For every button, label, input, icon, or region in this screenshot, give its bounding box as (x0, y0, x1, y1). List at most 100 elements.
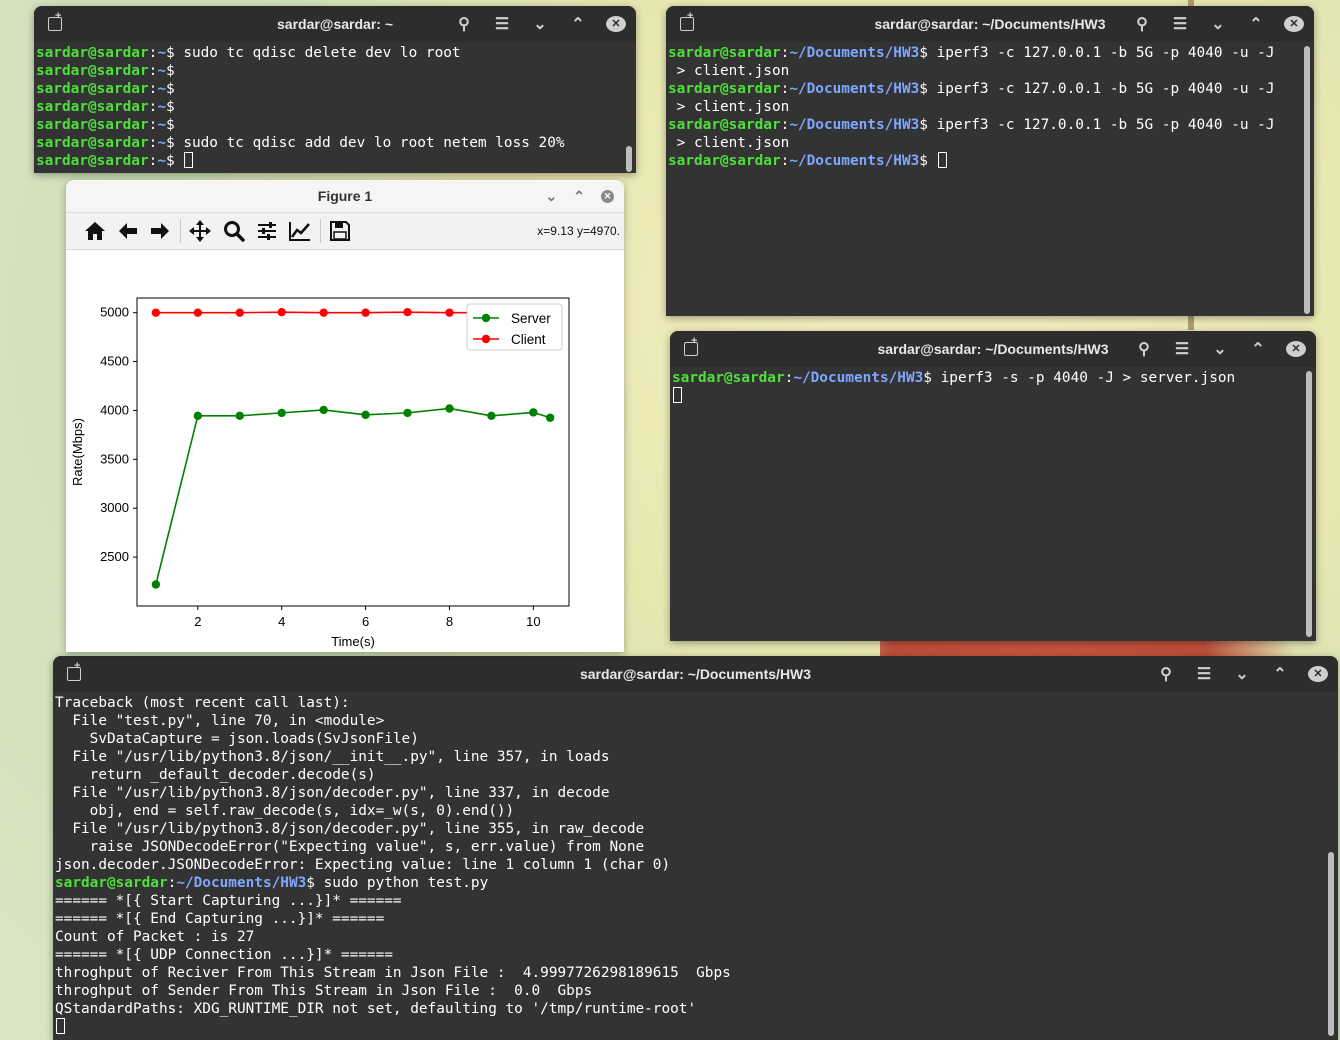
legend-marker-client (481, 334, 491, 344)
prompt-path: ~/Documents/HW3 (789, 81, 920, 97)
terminal-window-client[interactable]: sardar@sardar: ~/Documents/HW3 ⚲ ☰ ⌄ ⌃ ✕… (666, 6, 1314, 316)
data-point-client (151, 308, 161, 317)
output-text: > client.json (668, 63, 790, 79)
close-icon[interactable]: ✕ (606, 16, 626, 32)
prompt-user: sardar@sardar (36, 81, 149, 97)
menu-icon[interactable]: ☰ (492, 14, 512, 34)
minimize-icon[interactable]: ⌄ (546, 188, 558, 205)
data-point-server (445, 404, 454, 413)
terminal-output[interactable]: Traceback (most recent call last): File … (53, 692, 1338, 1040)
output-text: > client.json (668, 99, 790, 115)
titlebar[interactable]: sardar@sardar: ~/Documents/HW3 ⚲ ☰ ⌄ ⌃ ✕ (666, 6, 1314, 42)
home-icon[interactable] (83, 219, 107, 243)
data-point-server (193, 411, 203, 421)
prompt-path: ~ (157, 63, 166, 79)
maximize-icon[interactable]: ⌃ (573, 188, 585, 205)
legend-label-client: Client (511, 332, 546, 347)
output-text: SvDataCapture = json.loads(SvJsonFile) (55, 731, 419, 747)
prompt-path: ~ (157, 135, 166, 151)
close-icon[interactable]: ✕ (601, 189, 614, 203)
configure-subplots-icon[interactable] (255, 219, 279, 243)
terminal-output[interactable]: sardar@sardar:~$ sudo tc qdisc delete de… (34, 42, 636, 173)
prompt-user: sardar@sardar (668, 81, 781, 97)
titlebar[interactable]: sardar@sardar: ~/Documents/HW3 ⚲ ☰ ⌄ ⌃ ✕ (53, 656, 1338, 692)
prompt-user: sardar@sardar (36, 45, 149, 61)
scrollbar[interactable] (1328, 852, 1334, 1036)
terminal-line: sardar@sardar:~$ (36, 81, 175, 97)
command-text (928, 153, 937, 169)
zoom-icon[interactable] (222, 219, 246, 243)
output-text: Traceback (most recent call last): (55, 695, 350, 711)
edit-axis-icon[interactable] (288, 219, 312, 243)
search-icon[interactable]: ⚲ (1134, 339, 1154, 359)
terminal-line: throghput of Sender From This Stream in … (55, 982, 1338, 1000)
figure-titlebar[interactable]: Figure 1 ⌄ ⌃ ✕ (66, 180, 624, 213)
terminal-line: throghput of Reciver From This Stream in… (55, 964, 1338, 982)
prompt-user: sardar@sardar (36, 135, 149, 151)
figure-toolbar: x=9.13 y=4970. (66, 213, 624, 250)
output-text: ====== *[{ End Capturing ...}]* ====== (55, 911, 385, 927)
terminal-line: sardar@sardar:~/Documents/HW3$ sudo pyth… (55, 875, 489, 891)
chart-canvas[interactable]: 2 4 6 8 10 2500 3000 3500 4000 4500 5000 Time(s) Rat… (66, 248, 624, 652)
save-icon[interactable] (328, 219, 352, 243)
minimize-icon[interactable]: ⌄ (1232, 664, 1252, 684)
maximize-icon[interactable]: ⌃ (1248, 339, 1268, 359)
terminal-line: sardar@sardar:~$ sudo tc qdisc add dev l… (36, 135, 565, 151)
prompt-path: ~ (157, 81, 166, 97)
output-text: return _default_decoder.decode(s) (55, 767, 376, 783)
terminal-line: > client.json (668, 98, 1314, 116)
terminal-window-python[interactable]: sardar@sardar: ~/Documents/HW3 ⚲ ☰ ⌄ ⌃ ✕… (53, 656, 1338, 1040)
menu-icon[interactable]: ☰ (1194, 664, 1214, 684)
prompt-path: ~/Documents/HW3 (789, 45, 920, 61)
titlebar[interactable]: sardar@sardar: ~ ⚲ ☰ ⌄ ⌃ ✕ (34, 6, 636, 42)
output-text: Count of Packet : is 27 (55, 929, 255, 945)
terminal-window-server[interactable]: sardar@sardar: ~/Documents/HW3 ⚲ ☰ ⌄ ⌃ ✕… (670, 331, 1316, 641)
data-point-client (277, 307, 286, 317)
terminal-line: ====== *[{ End Capturing ...}]* ====== (55, 910, 1338, 928)
prompt-user: sardar@sardar (36, 99, 149, 115)
terminal-line: File "test.py", line 70, in <module> (55, 712, 1338, 730)
scrollbar[interactable] (1306, 371, 1312, 637)
text-cursor (937, 152, 947, 168)
command-text: iperf3 -c 127.0.0.1 -b 5G -p 4040 -u -J (927, 81, 1275, 97)
data-point-client (193, 308, 203, 317)
pan-icon[interactable] (188, 219, 212, 243)
terminal-output[interactable]: sardar@sardar:~/Documents/HW3$ iperf3 -s… (670, 367, 1316, 641)
minimize-icon[interactable]: ⌄ (1208, 14, 1228, 34)
close-icon[interactable]: ✕ (1286, 341, 1306, 357)
search-icon[interactable]: ⚲ (454, 14, 474, 34)
maximize-icon[interactable]: ⌃ (1246, 14, 1266, 34)
terminal-line: Count of Packet : is 27 (55, 928, 1338, 946)
minimize-icon[interactable]: ⌄ (1210, 339, 1230, 359)
menu-icon[interactable]: ☰ (1172, 339, 1192, 359)
search-icon[interactable]: ⚲ (1156, 664, 1176, 684)
close-icon[interactable]: ✕ (1308, 666, 1328, 682)
terminal-line (672, 387, 1316, 405)
prompt-path: ~ (157, 99, 166, 115)
output-text: File "/usr/lib/python3.8/json/decoder.py… (55, 785, 610, 801)
titlebar[interactable]: sardar@sardar: ~/Documents/HW3 ⚲ ☰ ⌄ ⌃ ✕ (670, 331, 1316, 367)
terminal-window-home[interactable]: sardar@sardar: ~ ⚲ ☰ ⌄ ⌃ ✕ sardar@sardar… (34, 6, 636, 173)
back-arrow-icon[interactable] (116, 219, 140, 243)
data-point-client (361, 308, 370, 317)
terminal-line: return _default_decoder.decode(s) (55, 766, 1338, 784)
close-icon[interactable]: ✕ (1284, 16, 1304, 32)
output-text: throghput of Sender From This Stream in … (55, 983, 593, 999)
prompt-path: ~ (157, 45, 166, 61)
figure-window[interactable]: Figure 1 ⌄ ⌃ ✕ x=9.13 y=4970. 2 4 6 8 10… (66, 180, 624, 652)
menu-icon[interactable]: ☰ (1170, 14, 1190, 34)
x-tick-label: 6 (362, 614, 369, 629)
search-icon[interactable]: ⚲ (1132, 14, 1152, 34)
scrollbar[interactable] (626, 146, 632, 172)
command-text: iperf3 -c 127.0.0.1 -b 5G -p 4040 -u -J (927, 117, 1275, 133)
maximize-icon[interactable]: ⌃ (568, 14, 588, 34)
data-point-server (529, 408, 538, 417)
forward-arrow-icon[interactable] (148, 219, 172, 243)
y-tick-label: 4500 (100, 354, 129, 369)
terminal-output[interactable]: sardar@sardar:~/Documents/HW3$ iperf3 -c… (666, 42, 1314, 316)
scrollbar[interactable] (1304, 46, 1310, 314)
minimize-icon[interactable]: ⌄ (530, 14, 550, 34)
maximize-icon[interactable]: ⌃ (1270, 664, 1290, 684)
y-tick-label: 4000 (100, 402, 129, 417)
terminal-line: sardar@sardar:~$ (36, 63, 175, 79)
